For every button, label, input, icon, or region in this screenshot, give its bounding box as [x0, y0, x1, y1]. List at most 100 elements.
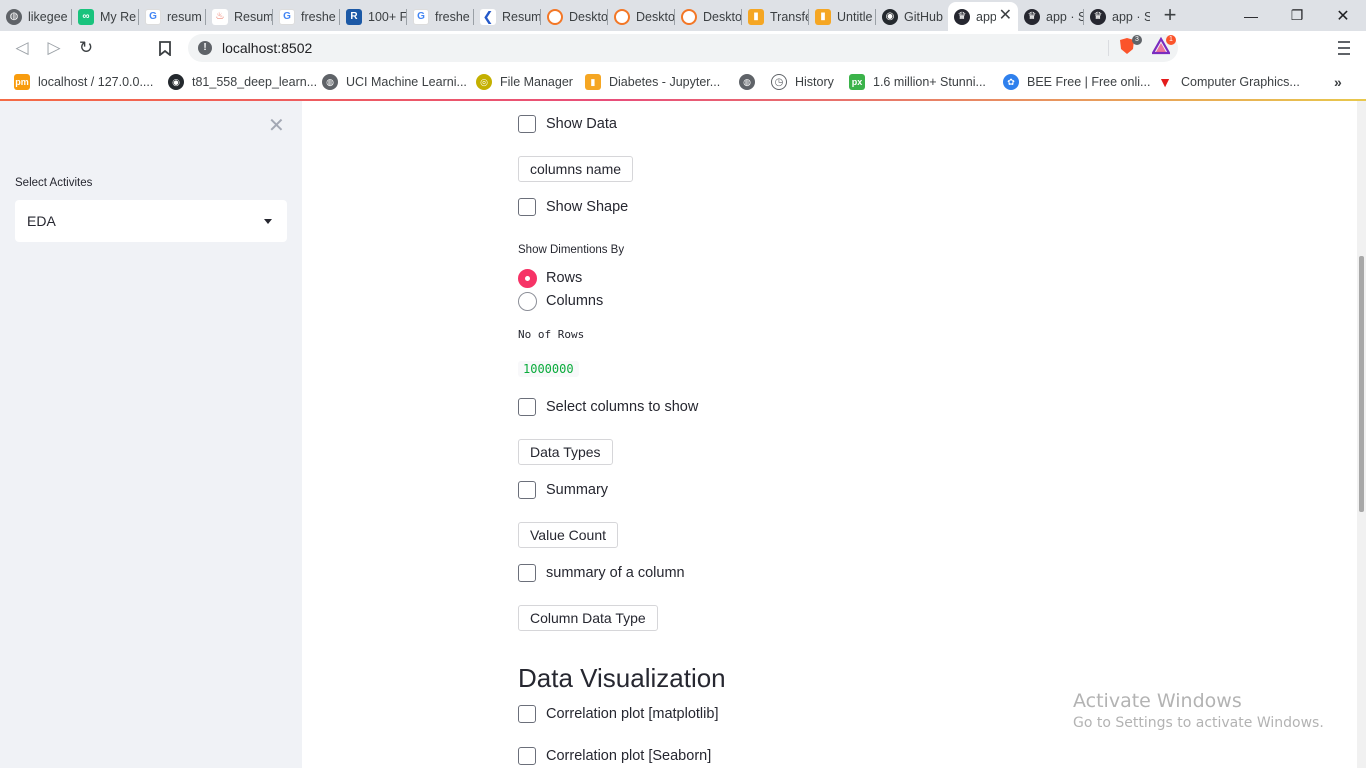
radio-selected-icon[interactable] [518, 268, 537, 288]
info-icon[interactable]: ! [198, 41, 212, 55]
back-button[interactable]: ◁ [11, 37, 33, 59]
tab-title: My Re [100, 9, 137, 24]
checkbox-box[interactable] [518, 115, 536, 133]
checkbox-box[interactable] [518, 198, 536, 216]
browser-menu-icon[interactable] [1336, 38, 1352, 58]
bookmark-label: History [795, 75, 834, 89]
phpmyadmin-icon: pm [14, 74, 30, 90]
browser-tab[interactable]: ♛ app · S [1084, 2, 1150, 31]
column-data-type-button[interactable]: Column Data Type [518, 605, 658, 631]
bookmark-label: Computer Graphics... [1181, 75, 1300, 89]
google-icon: G [279, 8, 295, 25]
corr-seaborn-checkbox[interactable]: Correlation plot [Seaborn] [518, 746, 711, 766]
more-bookmarks-icon[interactable]: » [1334, 74, 1342, 90]
rewards-badge: 1 [1166, 35, 1176, 45]
bookmark-item[interactable]: px 1.6 million+ Stunni... [849, 72, 986, 92]
bookmark-label: 1.6 million+ Stunni... [873, 75, 986, 89]
bookmark-item[interactable]: pm localhost / 127.0.0.... [14, 72, 153, 92]
browser-tab[interactable]: Deskto [608, 2, 675, 31]
bookmark-item[interactable]: ◍ UCI Machine Learni... [322, 72, 467, 92]
checkbox-label: Correlation plot [Seaborn] [546, 748, 712, 764]
checkbox-box[interactable] [518, 481, 536, 499]
tab-title: freshe [301, 9, 336, 24]
bookmark-item[interactable]: ▼ Computer Graphics... [1157, 72, 1300, 92]
browser-tab[interactable]: ◍ likegee [0, 2, 72, 31]
corr-matplotlib-checkbox[interactable]: Correlation plot [matplotlib] [518, 704, 718, 724]
forward-button[interactable]: ▷ [43, 37, 65, 59]
checkbox-box[interactable] [518, 398, 536, 416]
bookmark-label: Diabetes - Jupyter... [609, 75, 721, 89]
omnibox-separator [1108, 40, 1109, 56]
browser-tab[interactable]: ◉ GitHub [876, 2, 948, 31]
close-sidebar-icon[interactable]: ✕ [268, 113, 285, 138]
summary-checkbox[interactable]: Summary [518, 480, 608, 500]
rows-value: 1000000 [518, 361, 579, 377]
google-icon: G [145, 8, 161, 25]
checkbox-box[interactable] [518, 747, 536, 765]
radio-group-title: Show Dimentions By [518, 244, 625, 256]
rewards-icon[interactable]: 1 [1151, 35, 1176, 55]
notebook-icon: ▮ [815, 8, 831, 25]
reload-button[interactable]: ↻ [75, 37, 97, 59]
browser-tab[interactable]: ∞ My Re [72, 2, 139, 31]
data-types-button[interactable]: Data Types [518, 439, 613, 465]
page-scrollbar[interactable] [1357, 101, 1366, 768]
columns-name-button[interactable]: columns name [518, 156, 634, 182]
brave-shield-icon[interactable]: 3 [1118, 35, 1142, 55]
browser-tab[interactable]: ♛ app · S [1018, 2, 1084, 31]
activity-select[interactable]: EDA [15, 200, 287, 242]
browser-tab[interactable]: G freshe [407, 2, 474, 31]
checkbox-box[interactable] [518, 705, 536, 723]
value-count-button[interactable]: Value Count [518, 522, 619, 548]
summary-column-checkbox[interactable]: summary of a column [518, 563, 685, 583]
bee-icon: ✿ [1003, 74, 1019, 90]
show-shape-checkbox[interactable]: Show Shape [518, 197, 628, 217]
bookmark-item[interactable]: ✿ BEE Free | Free onli... [1003, 72, 1150, 92]
tab-title: likegee [28, 9, 68, 24]
address-bar[interactable]: ! localhost:8502 [188, 34, 1178, 62]
browser-tab[interactable]: G freshe [273, 2, 340, 31]
bookmark-item[interactable]: ◷ History [771, 72, 834, 92]
browser-tab[interactable]: Deskto [675, 2, 742, 31]
checkbox-box[interactable] [518, 564, 536, 582]
browser-tab[interactable]: ▮ Transfe [742, 2, 809, 31]
show-data-checkbox[interactable]: Show Data [518, 114, 617, 134]
github-icon: ◉ [882, 8, 898, 25]
browser-tab[interactable]: R 100+ F [340, 2, 407, 31]
browser-tab[interactable]: Deskto [541, 2, 608, 31]
radio-option-rows[interactable]: Rows [518, 268, 582, 288]
r-icon: R [346, 8, 362, 25]
browser-tab-active[interactable]: ♛ app ✕ [948, 2, 1018, 31]
tab-title: app · S [1112, 9, 1150, 24]
checkbox-label: Summary [546, 482, 609, 498]
scrollbar-thumb[interactable] [1359, 256, 1364, 512]
jupyter-icon [681, 8, 697, 25]
checkbox-label: Correlation plot [matplotlib] [546, 706, 719, 722]
browser-tab[interactable]: ❮ Resum [474, 2, 541, 31]
activate-windows-subtitle: Go to Settings to activate Windows. [1073, 715, 1324, 731]
radio-unselected-icon[interactable] [518, 291, 537, 311]
close-tab-icon[interactable]: ✕ [999, 8, 1012, 24]
history-icon: ◷ [771, 74, 787, 90]
browser-tab[interactable]: ♨ Resum [206, 2, 273, 31]
browser-tab[interactable]: G resum [139, 2, 206, 31]
bookmark-item[interactable]: ◍ [739, 72, 755, 92]
browser-tab[interactable]: ▮ Untitle [809, 2, 876, 31]
activate-windows-title: Activate Windows [1073, 690, 1242, 712]
bookmark-icon[interactable] [154, 37, 176, 59]
radio-option-columns[interactable]: Columns [518, 291, 603, 311]
restore-button[interactable]: ❐ [1274, 0, 1320, 31]
bookmark-item[interactable]: ◉ t81_558_deep_learn... [168, 72, 317, 92]
k-icon: ❮ [480, 8, 496, 25]
bookmark-item[interactable]: ◎ File Manager [476, 72, 573, 92]
close-window-button[interactable]: ✕ [1320, 0, 1366, 31]
radio-label: Rows [546, 270, 583, 286]
checkbox-label: Select columns to show [546, 399, 699, 415]
main-content: Show Data columns name Show Shape Show D… [302, 101, 1357, 768]
select-columns-checkbox[interactable]: Select columns to show [518, 397, 698, 417]
new-tab-button[interactable]: + [1158, 4, 1182, 28]
bookmark-label: t81_558_deep_learn... [192, 75, 318, 89]
bookmark-item[interactable]: ▮ Diabetes - Jupyter... [585, 72, 720, 92]
minimize-button[interactable]: — [1228, 0, 1274, 31]
google-icon: G [413, 8, 429, 25]
